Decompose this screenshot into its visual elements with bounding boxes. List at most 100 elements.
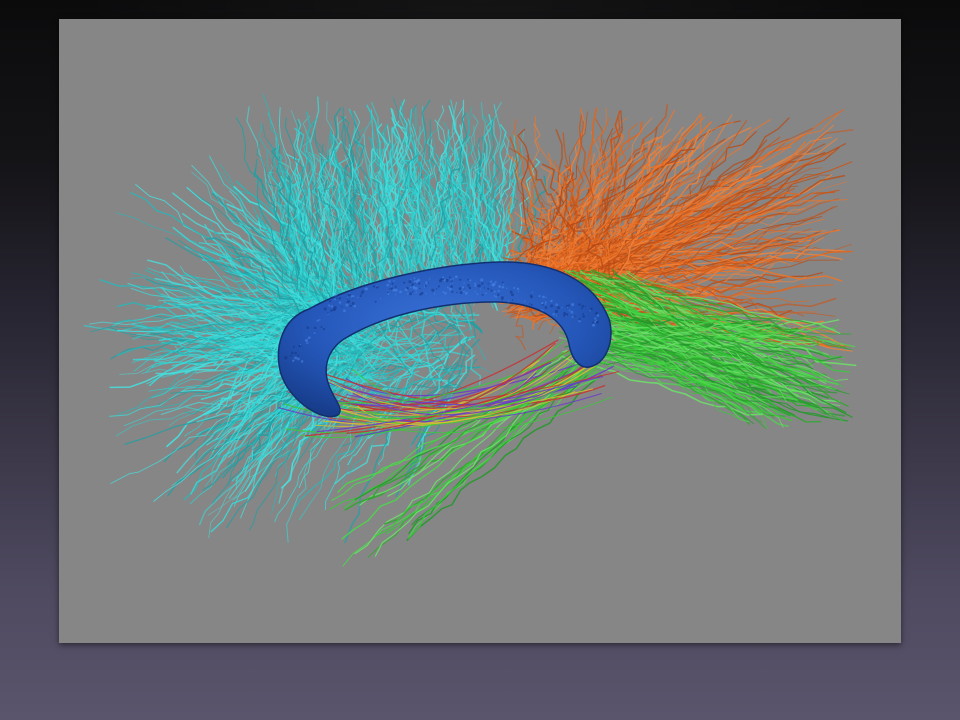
- surface-speck: [313, 326, 317, 330]
- surface-speck: [438, 279, 443, 283]
- surface-speck: [498, 285, 502, 288]
- surface-speck: [479, 288, 482, 290]
- surface-speck: [497, 293, 500, 296]
- surface-speck: [501, 281, 504, 284]
- surface-speck: [364, 288, 366, 290]
- surface-speck: [555, 303, 558, 306]
- surface-speck: [571, 303, 575, 307]
- surface-speck: [393, 280, 395, 282]
- surface-speck: [516, 287, 520, 291]
- surface-speck: [437, 285, 440, 288]
- surface-speck: [487, 287, 490, 290]
- surface-speck: [581, 304, 585, 308]
- surface-speck: [351, 302, 355, 305]
- surface-speck: [544, 306, 548, 309]
- surface-speck: [461, 288, 463, 290]
- surface-speck: [540, 308, 543, 311]
- surface-speck: [418, 279, 420, 282]
- surface-speck: [442, 278, 445, 281]
- surface-speck: [328, 300, 332, 303]
- surface-speck: [409, 286, 412, 289]
- surface-speck: [386, 283, 390, 287]
- surface-speck: [502, 283, 505, 285]
- surface-speck: [326, 312, 329, 315]
- surface-speck: [284, 355, 288, 359]
- surface-speck: [497, 290, 500, 293]
- surface-speck: [464, 291, 468, 295]
- surface-speck: [428, 278, 431, 280]
- surface-speck: [299, 343, 302, 346]
- surface-speck: [474, 284, 477, 287]
- surface-speck: [452, 277, 454, 280]
- surface-speck: [392, 288, 396, 292]
- surface-speck: [359, 294, 362, 298]
- surface-speck: [445, 278, 449, 283]
- surface-speck: [320, 325, 323, 329]
- surface-speck: [566, 306, 569, 309]
- surface-speck: [294, 351, 297, 355]
- surface-speck: [328, 304, 331, 307]
- surface-speck: [300, 360, 304, 363]
- surface-speck: [501, 285, 505, 289]
- surface-speck: [483, 287, 486, 289]
- surface-speck: [477, 285, 479, 287]
- surface-speck: [529, 303, 531, 305]
- surface-speck: [420, 291, 424, 295]
- surface-speck: [448, 287, 452, 291]
- surface-speck: [433, 292, 436, 295]
- surface-speck: [568, 309, 571, 312]
- surface-speck: [336, 297, 339, 300]
- surface-speck: [505, 287, 508, 289]
- surface-speck: [333, 298, 336, 301]
- surface-speck: [590, 307, 593, 311]
- surface-speck: [338, 301, 342, 304]
- surface-speck: [542, 309, 544, 312]
- surface-speck: [322, 327, 326, 331]
- surface-speck: [463, 282, 465, 284]
- surface-speck: [495, 295, 497, 298]
- surface-speck: [390, 285, 393, 288]
- surface-speck: [573, 314, 577, 318]
- surface-speck: [557, 306, 560, 310]
- surface-speck: [480, 278, 484, 282]
- surface-speck: [459, 291, 463, 295]
- surface-speck: [595, 319, 598, 322]
- surface-speck: [413, 280, 416, 283]
- surface-speck: [413, 277, 416, 280]
- surface-speck: [435, 288, 438, 290]
- surface-speck: [513, 286, 516, 289]
- surface-speck: [388, 288, 391, 290]
- surface-speck: [594, 317, 597, 320]
- surface-speck: [474, 282, 477, 285]
- surface-speck: [409, 292, 412, 296]
- surface-speck: [419, 287, 421, 290]
- surface-speck: [356, 296, 359, 299]
- surface-speck: [494, 280, 497, 283]
- surface-speck: [481, 282, 484, 285]
- surface-speck: [418, 282, 421, 285]
- surface-speck: [451, 290, 454, 293]
- surface-speck: [353, 304, 357, 308]
- surface-speck: [388, 280, 391, 283]
- surface-speck: [316, 319, 319, 322]
- surface-speck: [412, 285, 416, 288]
- surface-speck: [541, 302, 544, 305]
- surface-speck: [442, 276, 445, 279]
- surface-speck: [450, 279, 452, 281]
- surface-speck: [487, 283, 489, 285]
- surface-speck: [545, 296, 547, 299]
- surface-speck: [550, 300, 552, 303]
- surface-speck: [493, 291, 496, 293]
- surface-speck: [333, 296, 336, 299]
- surface-speck: [459, 278, 462, 281]
- surface-speck: [592, 323, 596, 327]
- surface-speck: [391, 282, 394, 285]
- surface-speck: [424, 284, 426, 287]
- surface-speck: [372, 285, 376, 288]
- surface-speck: [335, 293, 338, 296]
- surface-speck: [330, 305, 334, 308]
- surface-speck: [578, 303, 581, 306]
- surface-speck: [297, 354, 300, 357]
- surface-speck: [517, 290, 520, 293]
- surface-speck: [351, 295, 355, 298]
